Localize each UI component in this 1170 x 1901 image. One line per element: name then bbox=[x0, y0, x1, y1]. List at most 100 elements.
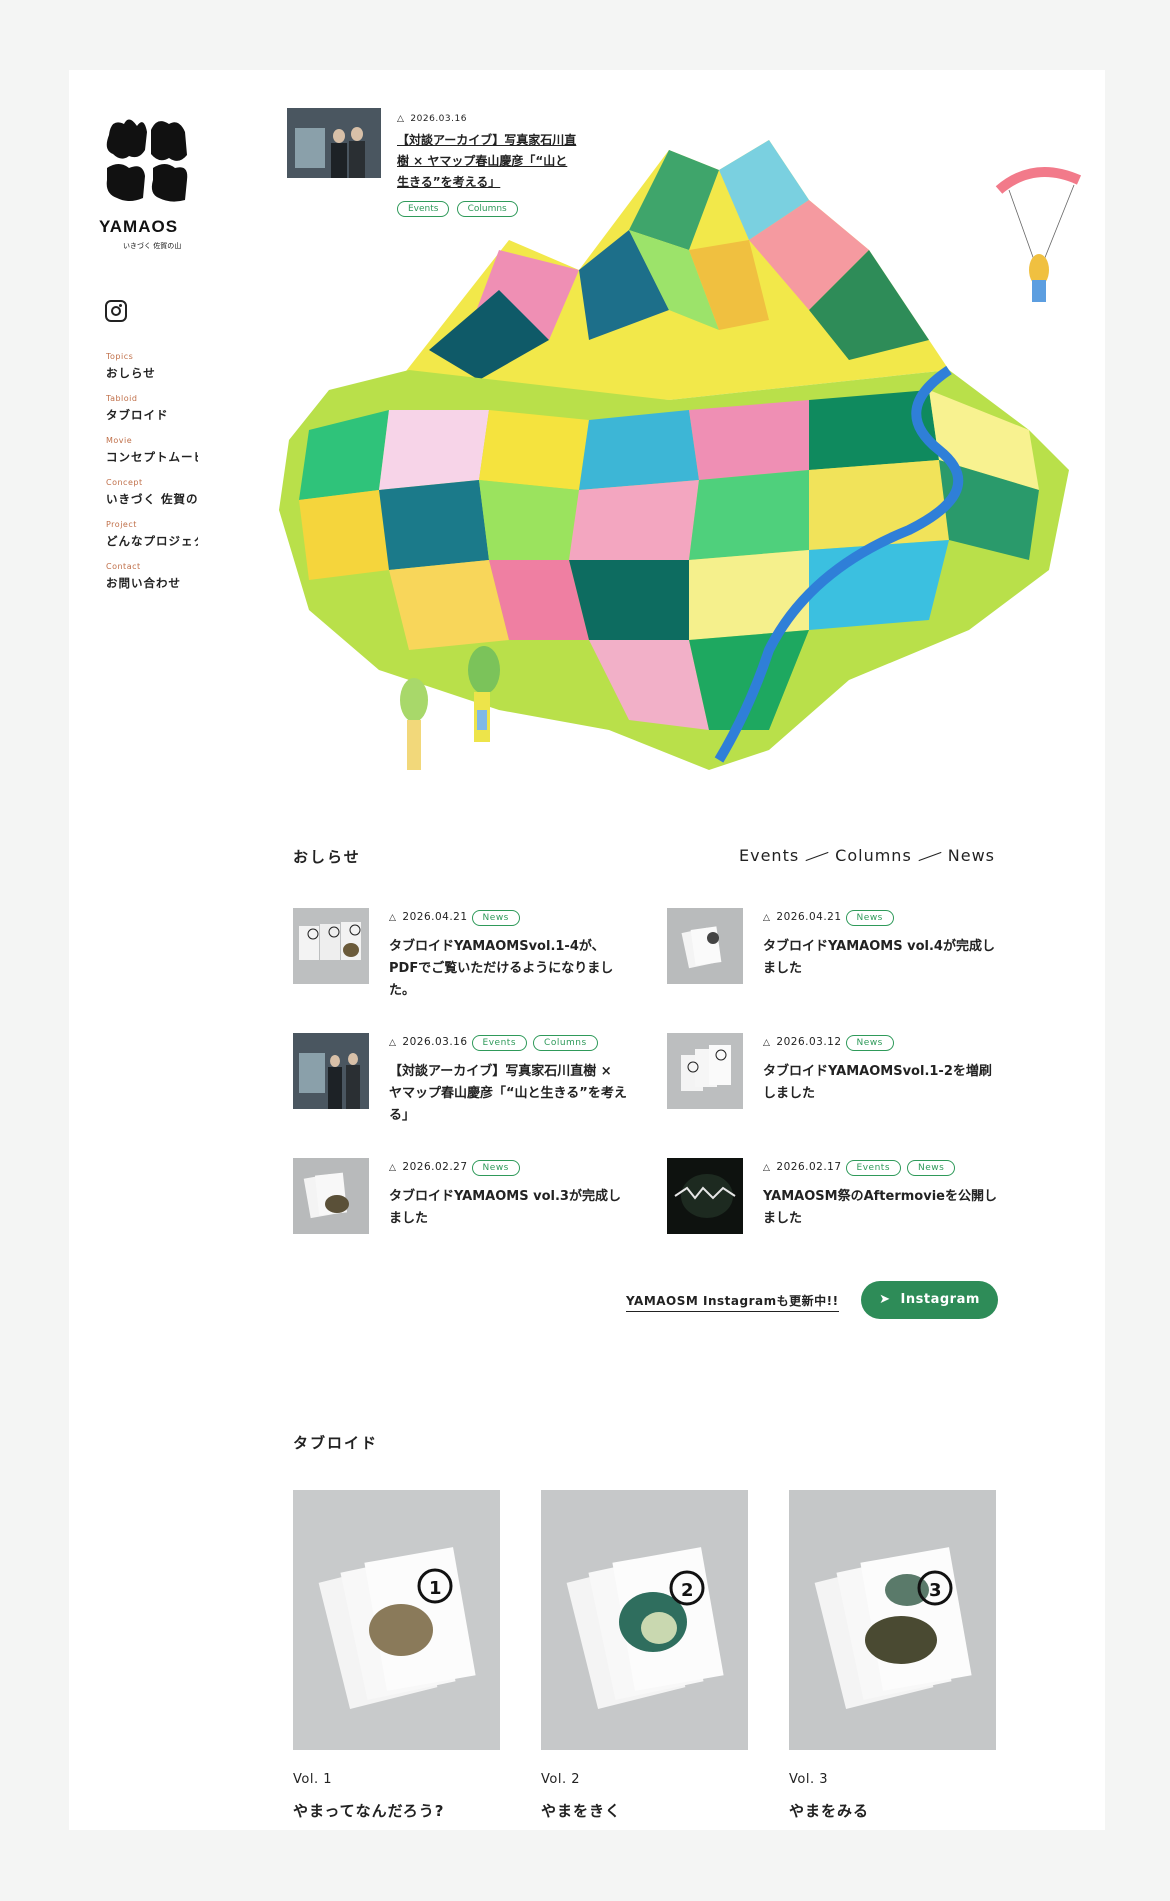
arrow-right-icon: ➤ bbox=[879, 1292, 901, 1307]
tabloid-section-title: タブロイド bbox=[293, 1434, 379, 1452]
news-meta: △ 2026.04.21 News bbox=[763, 910, 896, 926]
news-thumbnail[interactable] bbox=[667, 908, 743, 984]
nav-en-label: Contact bbox=[106, 562, 141, 571]
news-categories: Events Columns News bbox=[739, 846, 995, 865]
news-item[interactable]: △ 2026.03.16 Events Columns 【対談アーカイブ】写真家石川直… bbox=[293, 1033, 633, 1143]
tag-events[interactable]: Events bbox=[471, 1035, 528, 1051]
tabloid-vol: Vol. 3 bbox=[789, 1772, 828, 1787]
sidebar-item-concept[interactable]: Concept いきづく 佐賀の山 bbox=[106, 478, 198, 507]
news-meta: △ 2026.02.27 News bbox=[389, 1160, 522, 1176]
tabloid-card[interactable]: 2 Vol. 2 やまをきく bbox=[541, 1490, 748, 1820]
news-thumbnail[interactable] bbox=[293, 908, 369, 984]
news-thumbnail[interactable] bbox=[667, 1158, 743, 1234]
news-meta: △ 2026.02.17 Events News bbox=[763, 1160, 957, 1176]
news-date: 2026.02.27 bbox=[402, 1161, 468, 1173]
featured-article[interactable]: △ 2026.03.16 【対談アーカイブ】写真家石川直樹 × ヤマップ春山慶彦「… bbox=[287, 108, 587, 217]
news-meta: △ 2026.03.16 Events Columns bbox=[389, 1035, 600, 1051]
news-item[interactable]: △ 2026.04.21 News タブロイドYAMAOMSvol.1-4が、PDF… bbox=[293, 908, 633, 1018]
nav-en-label: Concept bbox=[106, 478, 143, 487]
tabloid-cover[interactable]: 3 bbox=[789, 1490, 996, 1750]
tabloid-name[interactable]: やまをきく bbox=[541, 1800, 621, 1821]
tag-news[interactable]: News bbox=[471, 910, 520, 926]
category-events[interactable]: Events bbox=[739, 846, 799, 865]
news-date: 2026.03.16 bbox=[402, 1036, 468, 1048]
news-title[interactable]: タブロイドYAMAOMS vol.3が完成しました bbox=[389, 1186, 629, 1230]
tabloid-cover[interactable]: 2 bbox=[541, 1490, 748, 1750]
divider bbox=[918, 851, 942, 862]
news-item[interactable]: △ 2026.02.27 News タブロイドYAMAOMS vol.3が完成しまし… bbox=[293, 1158, 633, 1268]
news-title[interactable]: YAMAOSM祭のAftermovieを公開しました bbox=[763, 1186, 1003, 1230]
triangle-icon: △ bbox=[763, 913, 771, 923]
logo-tagline: いきづく 佐賀の山 bbox=[123, 241, 181, 250]
triangle-icon: △ bbox=[389, 1038, 397, 1048]
tag-events[interactable]: Events bbox=[845, 1160, 902, 1176]
tag-news[interactable]: News bbox=[471, 1160, 520, 1176]
nav-en-label: Topics bbox=[106, 352, 134, 361]
instagram-text-link[interactable]: YAMAOSM Instagramも更新中!! bbox=[626, 1292, 839, 1312]
cover-number: 3 bbox=[929, 1580, 942, 1601]
featured-tags: Events Columns bbox=[397, 196, 520, 217]
logo-wordmark: YAMAOS bbox=[99, 217, 178, 236]
news-date: 2026.03.12 bbox=[776, 1036, 842, 1048]
nav-jp-label: おしらせ bbox=[106, 366, 156, 380]
instagram-button[interactable]: ➤ Instagram bbox=[861, 1281, 998, 1319]
news-meta: △ 2026.04.21 News bbox=[389, 910, 522, 926]
sidebar-item-tabloid[interactable]: Tabloid タブロイド bbox=[106, 394, 198, 423]
tag-news[interactable]: News bbox=[845, 1035, 894, 1051]
instagram-icon[interactable] bbox=[105, 300, 127, 322]
tag-news[interactable]: News bbox=[907, 1160, 956, 1176]
tabloid-card[interactable]: 3 Vol. 3 やまをみる bbox=[789, 1490, 996, 1820]
instagram-button-label: Instagram bbox=[900, 1292, 980, 1307]
news-item[interactable]: △ 2026.02.17 Events News YAMAOSM祭のAftermovi… bbox=[667, 1158, 1007, 1268]
tag-columns[interactable]: Columns bbox=[533, 1035, 598, 1051]
category-columns[interactable]: Columns bbox=[835, 846, 912, 865]
cover-number: 1 bbox=[429, 1578, 442, 1599]
triangle-icon: △ bbox=[389, 913, 397, 923]
nav-jp-label: いきづく 佐賀の山 bbox=[106, 492, 198, 506]
hero-illustration bbox=[249, 110, 1105, 800]
nav-jp-label: どんなプロジェクト bbox=[106, 534, 198, 548]
news-thumbnail[interactable] bbox=[293, 1033, 369, 1109]
featured-thumbnail[interactable] bbox=[287, 108, 381, 178]
yamaos-logo[interactable]: YAMAOS いきづく 佐賀の山 bbox=[99, 110, 199, 260]
news-title[interactable]: タブロイドYAMAOMSvol.1-4が、PDFでご覧いただけるようになりました… bbox=[389, 936, 629, 1002]
sidebar-nav: Topics おしらせ Tabloid タブロイド Movie コンセプトムービ… bbox=[106, 352, 198, 604]
category-news[interactable]: News bbox=[948, 846, 995, 865]
sidebar-item-topics[interactable]: Topics おしらせ bbox=[106, 352, 198, 381]
featured-date: △ 2026.03.16 bbox=[397, 114, 467, 124]
news-title[interactable]: 【対談アーカイブ】写真家石川直樹 × ヤマップ春山慶彦「“山と生きる”を考える」 bbox=[389, 1061, 629, 1127]
nav-en-label: Tabloid bbox=[106, 394, 138, 403]
news-date: 2026.04.21 bbox=[402, 911, 468, 923]
news-thumbnail[interactable] bbox=[293, 1158, 369, 1234]
news-item[interactable]: △ 2026.04.21 News タブロイドYAMAOMS vol.4が完成しまし… bbox=[667, 908, 1007, 1018]
nav-jp-label: タブロイド bbox=[106, 408, 169, 422]
tabloid-cover[interactable]: 1 bbox=[293, 1490, 500, 1750]
tag-events[interactable]: Events bbox=[397, 201, 450, 217]
triangle-icon: △ bbox=[389, 1163, 397, 1173]
tag-news[interactable]: News bbox=[845, 910, 894, 926]
news-thumbnail[interactable] bbox=[667, 1033, 743, 1109]
sidebar-item-project[interactable]: Project どんなプロジェクト bbox=[106, 520, 198, 549]
nav-en-label: Movie bbox=[106, 436, 133, 445]
tabloid-name[interactable]: やまってなんだろう? bbox=[293, 1800, 444, 1821]
news-title[interactable]: タブロイドYAMAOMSvol.1-2を増刷しました bbox=[763, 1061, 1003, 1105]
featured-date-text: 2026.03.16 bbox=[410, 114, 467, 124]
news-date: 2026.02.17 bbox=[776, 1161, 842, 1173]
triangle-icon: △ bbox=[763, 1163, 771, 1173]
nav-en-label: Project bbox=[106, 520, 137, 529]
news-section-title: おしらせ bbox=[293, 848, 361, 866]
nav-jp-label: コンセプトムービー bbox=[106, 450, 198, 464]
sidebar-item-movie[interactable]: Movie コンセプトムービー bbox=[106, 436, 198, 465]
news-item[interactable]: △ 2026.03.12 News タブロイドYAMAOMSvol.1-2を増刷しま… bbox=[667, 1033, 1007, 1143]
tag-columns[interactable]: Columns bbox=[456, 201, 518, 217]
cover-number: 2 bbox=[681, 1580, 694, 1601]
triangle-icon: △ bbox=[763, 1038, 771, 1048]
tabloid-name[interactable]: やまをみる bbox=[789, 1800, 869, 1821]
triangle-icon: △ bbox=[397, 114, 405, 124]
news-title[interactable]: タブロイドYAMAOMS vol.4が完成しました bbox=[763, 936, 1003, 980]
tabloid-card[interactable]: 1 Vol. 1 やまってなんだろう? bbox=[293, 1490, 500, 1820]
featured-title[interactable]: 【対談アーカイブ】写真家石川直樹 × ヤマップ春山慶彦「“山と生きる”を考える」 bbox=[397, 130, 577, 193]
divider bbox=[805, 851, 829, 862]
nav-jp-label: お問い合わせ bbox=[106, 576, 181, 590]
sidebar-item-contact[interactable]: Contact お問い合わせ bbox=[106, 562, 198, 591]
